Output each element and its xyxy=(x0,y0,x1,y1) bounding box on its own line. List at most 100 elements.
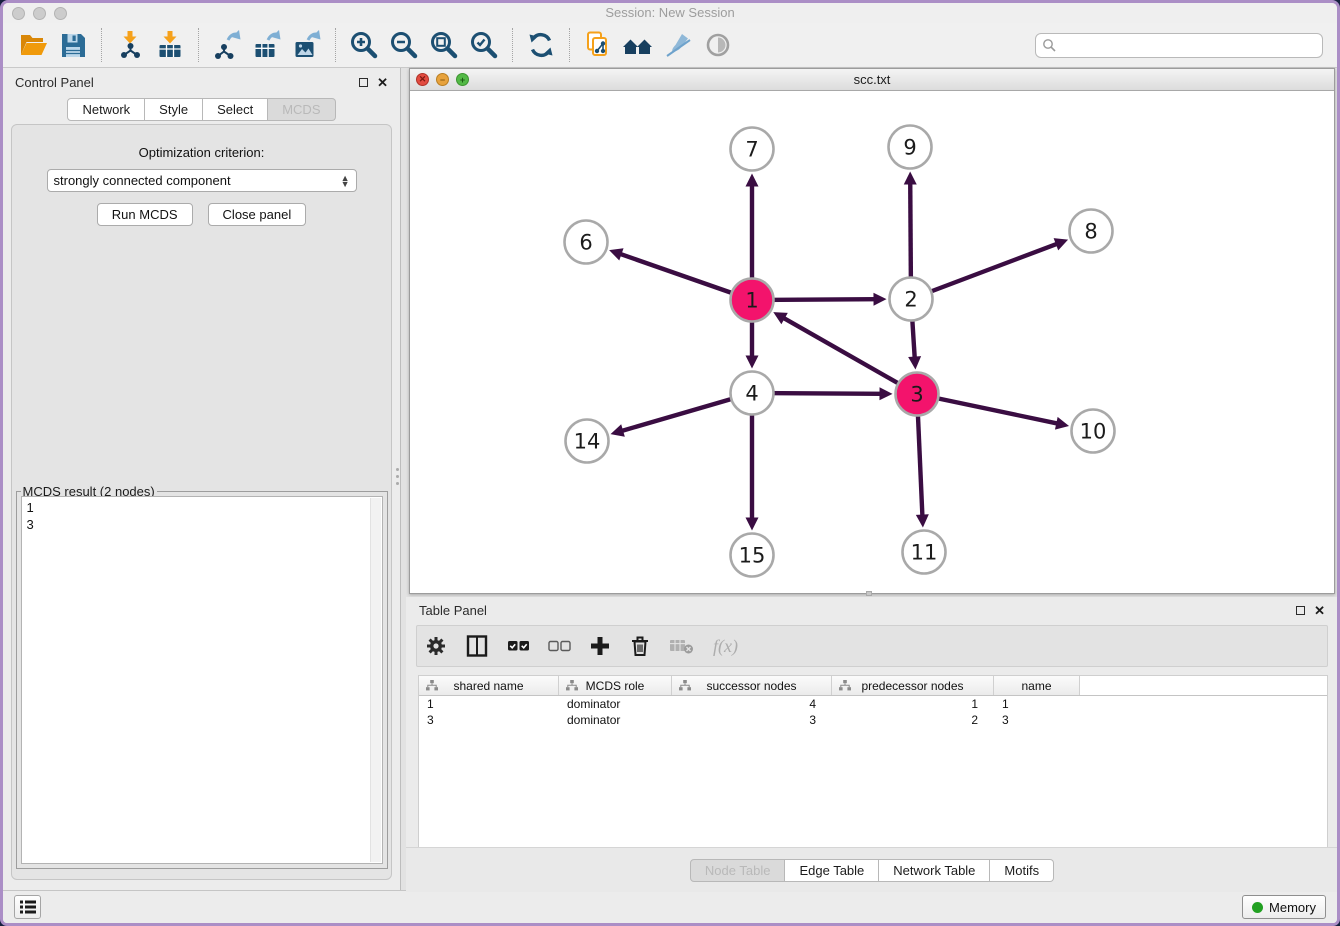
lens-button[interactable] xyxy=(698,27,738,63)
network-minimize-button[interactable]: − xyxy=(436,73,449,86)
zoom-in-icon xyxy=(349,30,379,60)
delete-column-button[interactable] xyxy=(629,634,651,658)
graph-edge-arrowhead xyxy=(908,356,921,369)
task-history-button[interactable] xyxy=(14,895,41,919)
refresh-icon xyxy=(526,30,556,60)
network-maximize-button[interactable]: + xyxy=(456,73,469,86)
graph-node-11[interactable]: 11 xyxy=(903,531,946,574)
mcds-result-list[interactable]: 13 xyxy=(21,496,383,864)
style-brush-button[interactable] xyxy=(658,27,698,63)
network-resize-grip[interactable] xyxy=(866,591,872,596)
graph-node-8[interactable]: 8 xyxy=(1070,210,1113,253)
clear-selection-icon xyxy=(548,638,571,654)
table-row[interactable]: 1dominator411 xyxy=(419,696,1327,712)
node-table-body: 1dominator4113dominator323 xyxy=(419,696,1327,728)
export-image-icon xyxy=(292,30,322,60)
memory-label: Memory xyxy=(1269,900,1316,915)
search-box[interactable] xyxy=(1035,33,1323,58)
search-input[interactable] xyxy=(1060,38,1316,53)
graph-node-label: 4 xyxy=(745,382,758,406)
column-header[interactable]: successor nodes xyxy=(672,676,832,695)
select-all-button[interactable] xyxy=(507,638,530,654)
graph-node-4[interactable]: 4 xyxy=(731,372,774,415)
run-mcds-button[interactable]: Run MCDS xyxy=(97,203,193,226)
maximize-window-button[interactable] xyxy=(54,7,67,20)
graph-node-10[interactable]: 10 xyxy=(1072,410,1115,453)
close-panel-icon[interactable]: ✕ xyxy=(377,78,388,87)
content-area: Control Panel ✕ Network Style Select MCD… xyxy=(3,68,1337,890)
add-column-button[interactable] xyxy=(589,635,611,657)
tab-edge-table[interactable]: Edge Table xyxy=(785,859,879,882)
table-cell: 3 xyxy=(672,713,832,727)
show-columns-button[interactable] xyxy=(465,634,489,658)
tab-network-table[interactable]: Network Table xyxy=(879,859,990,882)
column-header[interactable]: MCDS role xyxy=(559,676,672,695)
export-image-button[interactable] xyxy=(287,27,327,63)
column-header[interactable]: name xyxy=(994,676,1080,695)
columns-icon xyxy=(465,634,489,658)
float-panel-icon[interactable] xyxy=(359,78,368,87)
zoom-selected-button[interactable] xyxy=(464,27,504,63)
graph-node-7[interactable]: 7 xyxy=(731,128,774,171)
tab-select[interactable]: Select xyxy=(203,98,268,121)
tab-style[interactable]: Style xyxy=(145,98,203,121)
close-window-button[interactable] xyxy=(12,7,25,20)
optimization-criterion-select[interactable]: strongly connected component ▲▼ xyxy=(47,169,357,192)
select-chevrons-icon: ▲▼ xyxy=(341,175,350,187)
column-header[interactable]: predecessor nodes xyxy=(832,676,994,695)
column-header[interactable]: shared name xyxy=(419,676,559,695)
tab-network[interactable]: Network xyxy=(67,98,145,121)
graph-node-6[interactable]: 6 xyxy=(565,221,608,264)
zoom-fit-button[interactable] xyxy=(424,27,464,63)
memory-button[interactable]: Memory xyxy=(1242,895,1326,919)
home-button[interactable] xyxy=(618,27,658,63)
open-folder-button[interactable] xyxy=(13,27,53,63)
graph-node-9[interactable]: 9 xyxy=(889,126,932,169)
graph-edge-arrowhead xyxy=(916,514,929,527)
clear-selection-button[interactable] xyxy=(548,638,571,654)
zoom-out-button[interactable] xyxy=(384,27,424,63)
table-settings-button[interactable] xyxy=(425,635,447,657)
window-title: Session: New Session xyxy=(3,3,1337,23)
table-row[interactable]: 3dominator323 xyxy=(419,712,1327,728)
tab-motifs[interactable]: Motifs xyxy=(990,859,1054,882)
tab-mcds[interactable]: MCDS xyxy=(268,98,335,121)
graph-edge[interactable] xyxy=(783,318,917,394)
close-panel-button[interactable]: Close panel xyxy=(208,203,307,226)
import-table-button[interactable] xyxy=(150,27,190,63)
minimize-window-button[interactable] xyxy=(33,7,46,20)
close-table-panel-icon[interactable]: ✕ xyxy=(1314,606,1325,615)
zoom-selected-icon xyxy=(469,30,499,60)
network-close-button[interactable]: ✕ xyxy=(416,73,429,86)
network-window-titlebar[interactable]: ✕ − + scc.txt xyxy=(410,69,1334,91)
result-scrollbar[interactable] xyxy=(370,498,381,862)
export-table-button[interactable] xyxy=(247,27,287,63)
graph-node-label: 7 xyxy=(745,138,758,162)
lens-icon xyxy=(703,30,733,60)
optimization-criterion-value: strongly connected component xyxy=(54,173,231,188)
export-network-button[interactable] xyxy=(207,27,247,63)
table-cell: 4 xyxy=(672,697,832,711)
graph-node-3[interactable]: 3 xyxy=(896,373,939,416)
zoom-in-button[interactable] xyxy=(344,27,384,63)
graph-node-1[interactable]: 1 xyxy=(731,279,774,322)
save-session-button[interactable] xyxy=(53,27,93,63)
table-cell: 3 xyxy=(419,713,559,727)
zoom-out-icon xyxy=(389,30,419,60)
save-icon xyxy=(58,30,88,60)
graph-edge[interactable] xyxy=(911,244,1058,299)
network-canvas[interactable]: 7 9 6 8 1 2 4 3 14 10 15 11 xyxy=(410,91,1334,593)
graph-node-14[interactable]: 14 xyxy=(566,420,609,463)
column-type-icon xyxy=(679,680,691,691)
table-cell: 1 xyxy=(994,697,1080,711)
clone-network-button[interactable] xyxy=(578,27,618,63)
control-panel-header: Control Panel ✕ xyxy=(3,68,400,96)
refresh-layout-button[interactable] xyxy=(521,27,561,63)
tab-node-table[interactable]: Node Table xyxy=(690,859,786,882)
import-network-button[interactable] xyxy=(110,27,150,63)
graph-node-2[interactable]: 2 xyxy=(890,278,933,321)
splitter-grip[interactable] xyxy=(395,468,399,494)
import-network-icon xyxy=(115,30,145,60)
graph-node-15[interactable]: 15 xyxy=(731,534,774,577)
float-table-panel-icon[interactable] xyxy=(1296,606,1305,615)
